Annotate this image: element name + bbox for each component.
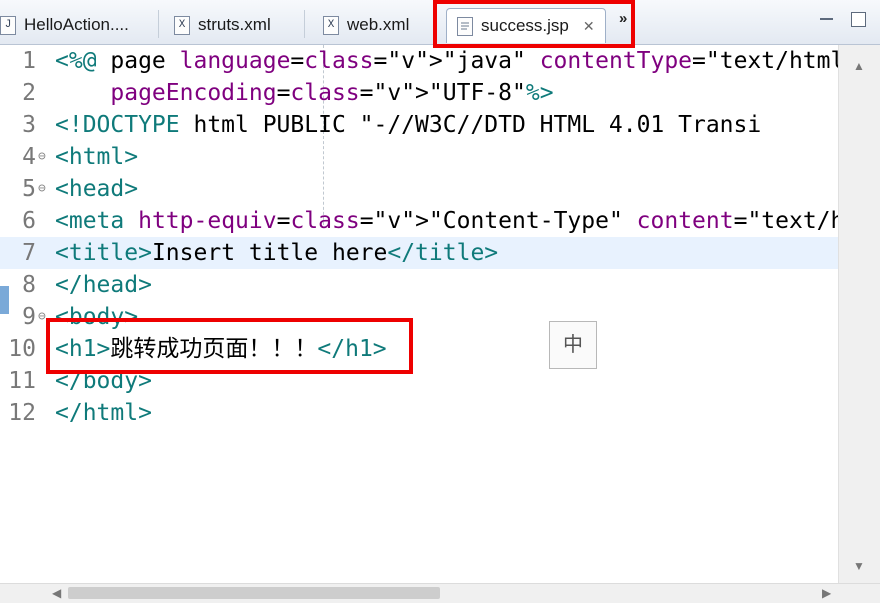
line-number: 9	[22, 304, 36, 330]
line-number: 2	[22, 80, 36, 106]
tab-label: struts.xml	[198, 15, 271, 34]
code-text: <title>Insert title here</title>	[55, 240, 499, 266]
ime-indicator: 中	[549, 321, 597, 369]
code-line[interactable]: 8 </head>	[0, 269, 838, 301]
code-text: pageEncoding=class="v">"UTF-8"%>	[110, 80, 554, 106]
code-line[interactable]: 1 <%@ page language=class="v">"java" cont…	[0, 45, 838, 77]
maximize-icon[interactable]	[851, 12, 866, 27]
tab-label: web.xml	[347, 15, 410, 34]
code-text: <meta http-equiv=class="v">"Content-Type…	[55, 208, 838, 234]
code-text: </html>	[55, 400, 152, 426]
horizontal-scrollbar[interactable]: ◀ ▶	[0, 583, 880, 603]
code-text: <%@ page language=class="v">"java" conte…	[55, 48, 838, 74]
line-number: 6	[22, 208, 36, 234]
code-editor[interactable]: 1 <%@ page language=class="v">"java" cont…	[0, 45, 838, 583]
code-text: <html>	[55, 144, 139, 170]
highlight-box-h1	[46, 318, 413, 374]
line-number: 8	[22, 272, 36, 298]
xml-file-icon: X	[323, 15, 339, 35]
code-text: </head>	[55, 272, 152, 298]
horizontal-scroll-thumb[interactable]	[68, 587, 440, 599]
code-text: <head>	[55, 176, 139, 202]
fold-toggle-icon[interactable]: ⊖	[38, 301, 46, 333]
line-number: 11	[8, 368, 36, 394]
tab-struts-xml[interactable]: X struts.xml	[174, 8, 271, 42]
scroll-right-icon[interactable]: ▶	[822, 586, 831, 600]
highlight-box-tab	[433, 0, 635, 48]
code-line[interactable]: 6 <meta http-equiv=class="v">"Content-Typ…	[0, 205, 838, 237]
tab-helloaction[interactable]: J HelloAction....	[0, 8, 129, 42]
code-line[interactable]: 2 pageEncoding=class="v">"UTF-8"%>	[0, 77, 838, 109]
vertical-scrollbar[interactable]: ▲ ▼	[838, 45, 880, 583]
line-number: 12	[8, 400, 36, 426]
line-number: 5	[22, 176, 36, 202]
scroll-left-icon[interactable]: ◀	[52, 586, 61, 600]
code-line[interactable]: 3 <!DOCTYPE html PUBLIC "-//W3C//DTD HTML…	[0, 109, 838, 141]
code-text: <!DOCTYPE html PUBLIC "-//W3C//DTD HTML …	[55, 112, 762, 138]
java-file-icon: J	[0, 15, 16, 35]
line-number: 7	[22, 240, 36, 266]
scroll-up-icon[interactable]: ▲	[852, 59, 866, 73]
code-line[interactable]: 12 </html>	[0, 397, 838, 429]
minimize-icon[interactable]	[820, 18, 833, 20]
line-number: 4	[22, 144, 36, 170]
tab-separator	[304, 10, 305, 38]
fold-toggle-icon[interactable]: ⊖	[38, 141, 46, 173]
line-number: 1	[22, 48, 36, 74]
scroll-down-icon[interactable]: ▼	[852, 559, 866, 573]
code-line[interactable]: 4 ⊖ <html>	[0, 141, 838, 173]
code-line[interactable]: 5 ⊖ <head>	[0, 173, 838, 205]
line-number: 3	[22, 112, 36, 138]
fold-toggle-icon[interactable]: ⊖	[38, 173, 46, 205]
tab-separator	[158, 10, 159, 38]
xml-file-icon: X	[174, 15, 190, 35]
tab-label: HelloAction....	[24, 15, 129, 34]
tab-web-xml[interactable]: X web.xml	[323, 8, 409, 42]
code-line[interactable]: 7 <title>Insert title here</title>	[0, 237, 838, 269]
line-number: 10	[8, 336, 36, 362]
